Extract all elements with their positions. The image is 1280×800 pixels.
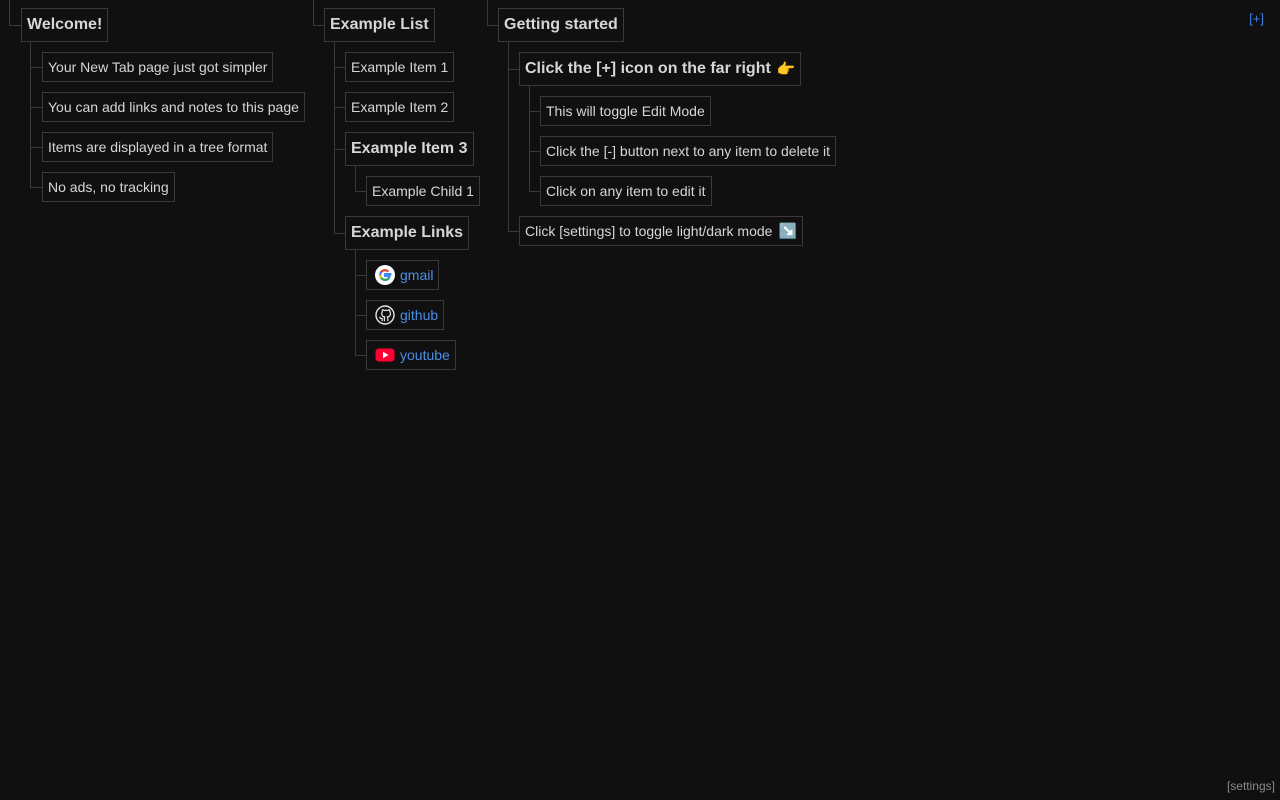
list-item-label: Click on any item to edit it: [546, 183, 706, 199]
link-label[interactable]: youtube: [400, 347, 450, 363]
list-item[interactable]: Click on any item to edit it: [540, 176, 712, 206]
example-list-heading-label: Example List: [330, 16, 429, 33]
list-item-label: Example Item 3: [351, 140, 468, 157]
github-icon: [375, 305, 395, 325]
link-label[interactable]: gmail: [400, 267, 433, 283]
youtube-icon: [375, 345, 395, 365]
list-item[interactable]: Example Item 2: [345, 92, 455, 122]
list-item-label: Click the [+] icon on the far right: [525, 60, 771, 77]
welcome-heading-label: Welcome!: [27, 16, 103, 33]
list-item[interactable]: Example Item 1: [345, 52, 455, 82]
list-item[interactable]: No ads, no tracking: [42, 172, 175, 202]
list-item-child[interactable]: Example Child 1: [366, 176, 480, 206]
new-tab-page: Welcome! Your New Tab page just got simp…: [0, 0, 1280, 800]
list-item-label: Example Item 1: [351, 59, 449, 75]
list-item[interactable]: Your New Tab page just got simpler: [42, 52, 274, 82]
arrow-down-right-icon: ↘️: [778, 223, 798, 240]
list-item[interactable]: You can add links and notes to this page: [42, 92, 305, 122]
list-item[interactable]: Items are displayed in a tree format: [42, 132, 274, 162]
example-links-heading[interactable]: Example Links: [345, 216, 470, 250]
pointing-right-icon: 👉: [776, 61, 796, 78]
list-item-label: Example Item 2: [351, 99, 449, 115]
link-github[interactable]: github: [366, 300, 445, 330]
list-item[interactable]: This will toggle Edit Mode: [540, 96, 711, 126]
list-item-label: You can add links and notes to this page: [48, 99, 299, 115]
click-plus-heading[interactable]: Click the [+] icon on the far right 👉: [519, 52, 802, 86]
link-youtube[interactable]: youtube: [366, 340, 456, 370]
list-item-label: Your New Tab page just got simpler: [48, 59, 268, 75]
welcome-heading[interactable]: Welcome!: [21, 8, 109, 42]
getting-started-heading[interactable]: Getting started: [498, 8, 624, 42]
list-item-label: Click [settings] to toggle light/dark mo…: [525, 223, 773, 239]
link-label[interactable]: github: [400, 307, 438, 323]
example-list-heading[interactable]: Example List: [324, 8, 435, 42]
list-item[interactable]: Click the [-] button next to any item to…: [540, 136, 837, 166]
google-icon: [375, 265, 395, 285]
getting-started-heading-label: Getting started: [504, 16, 618, 33]
example-item-3-heading[interactable]: Example Item 3: [345, 132, 474, 166]
settings-button[interactable]: [settings]: [1227, 779, 1275, 793]
link-gmail[interactable]: gmail: [366, 260, 440, 290]
list-item-label: This will toggle Edit Mode: [546, 103, 705, 119]
list-item-label: No ads, no tracking: [48, 179, 169, 195]
list-item-label: Click the [-] button next to any item to…: [546, 143, 831, 159]
list-item-label: Example Child 1: [372, 183, 474, 199]
edit-mode-toggle-button[interactable]: [+]: [1249, 11, 1264, 26]
list-item-label: Items are displayed in a tree format: [48, 139, 268, 155]
list-item[interactable]: Click [settings] to toggle light/dark mo…: [519, 216, 804, 246]
list-item-label: Example Links: [351, 224, 464, 241]
